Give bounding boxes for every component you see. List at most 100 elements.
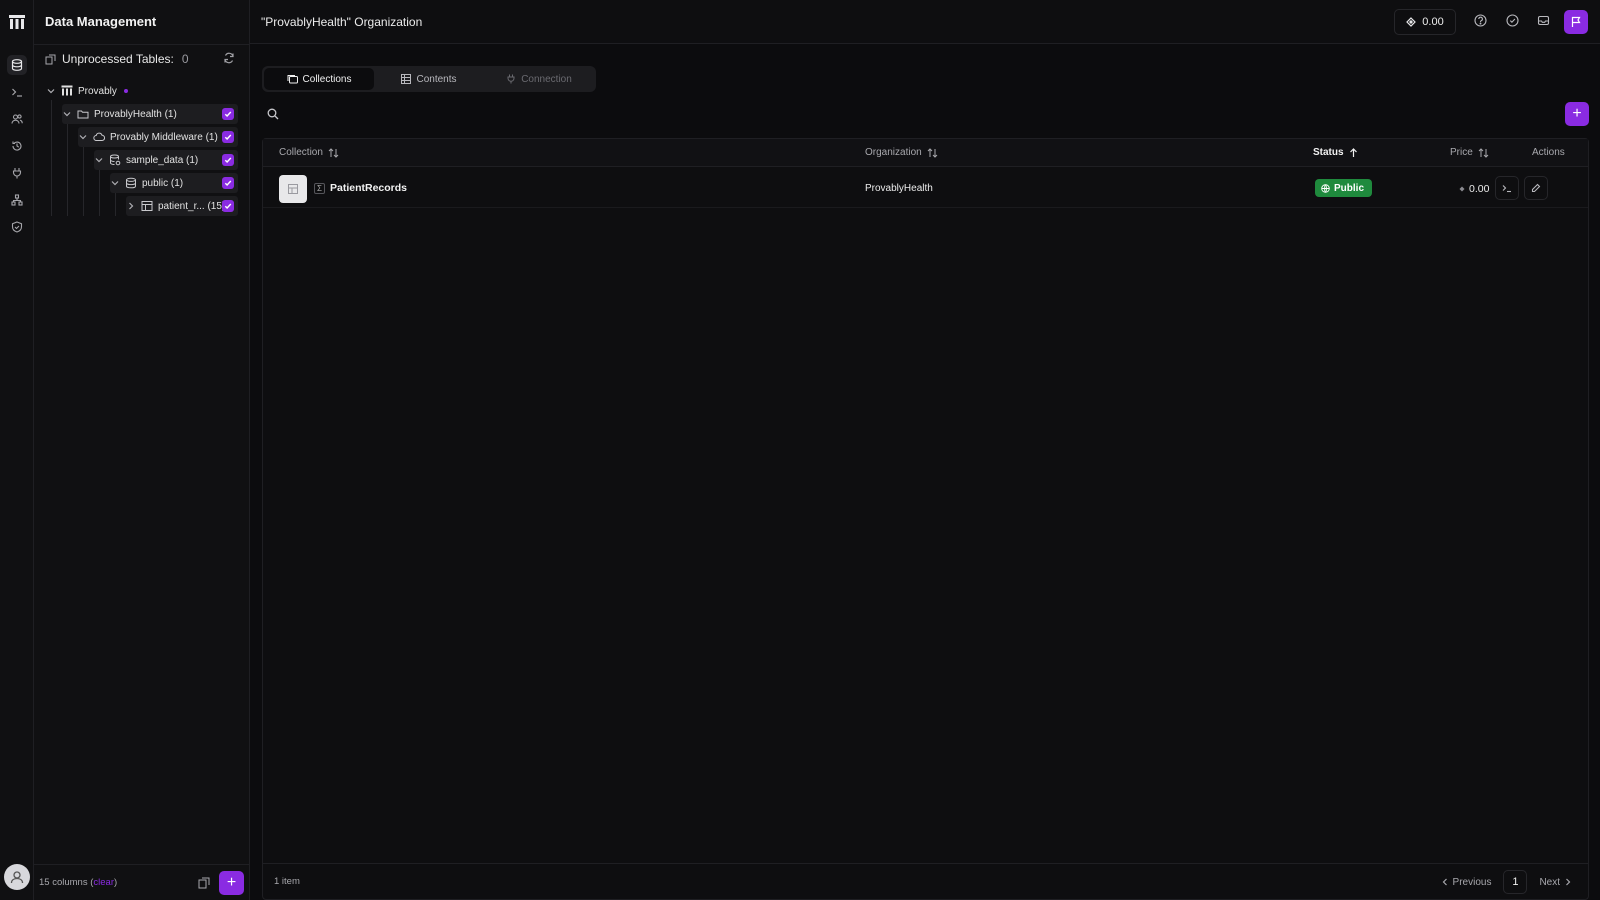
pen-icon xyxy=(1531,183,1541,193)
table-header: Collection Organization Status Price Act… xyxy=(263,139,1588,167)
unprocessed-icon xyxy=(45,54,56,65)
tab-label: Contents xyxy=(416,73,457,85)
tree-item-label: Provably Middleware (1) xyxy=(110,131,218,143)
checkbox-checked[interactable] xyxy=(222,177,234,189)
provably-logo-icon[interactable] xyxy=(8,14,26,30)
check-circle-icon[interactable] xyxy=(1506,14,1520,28)
shield-nav-icon[interactable] xyxy=(7,217,27,237)
column-header-actions: Actions xyxy=(1532,147,1565,158)
checkbox-checked[interactable] xyxy=(222,154,234,166)
previous-label: Previous xyxy=(1452,876,1492,888)
column-header-status[interactable]: Status xyxy=(1313,147,1358,158)
tree-guide xyxy=(99,169,100,216)
chevron-down-icon[interactable] xyxy=(78,132,88,142)
tree-guide xyxy=(115,192,116,216)
clear-columns-link[interactable]: clear xyxy=(93,877,114,888)
history-nav-icon[interactable] xyxy=(7,136,27,156)
tree-item-provably-middleware[interactable]: Provably Middleware (1) xyxy=(78,127,238,147)
tree-item-label: public (1) xyxy=(142,177,184,189)
tree-item-sample-data[interactable]: sample_data (1) xyxy=(94,150,238,170)
sort-icon[interactable] xyxy=(927,147,938,158)
balance-value: 0.00 xyxy=(1422,16,1444,28)
tree-item-provablyhealth[interactable]: ProvablyHealth (1) xyxy=(62,104,238,124)
users-nav-icon[interactable] xyxy=(7,109,27,129)
sigma-icon: Σ xyxy=(314,182,325,194)
tree-item-public[interactable]: public (1) xyxy=(110,173,238,193)
checkbox-checked[interactable] xyxy=(222,131,234,143)
chevron-down-icon[interactable] xyxy=(62,109,72,119)
chevron-right-icon[interactable] xyxy=(126,201,136,211)
table-row[interactable]: Σ PatientRecords ProvablyHealth Public 0… xyxy=(263,168,1588,208)
price-value: 0.00 xyxy=(1469,183,1490,195)
collection-name[interactable]: Σ PatientRecords xyxy=(314,182,407,194)
column-header-collection[interactable]: Collection xyxy=(279,147,339,158)
tree-item-label: sample_data (1) xyxy=(126,154,199,166)
page-number-button[interactable]: 1 xyxy=(1503,870,1528,894)
search-icon[interactable] xyxy=(262,103,284,125)
table-footer: 1 item Previous 1 Next xyxy=(263,863,1588,899)
inbox-icon[interactable] xyxy=(1537,14,1551,28)
sidebar-footer: 15 columns (clear) + xyxy=(34,864,249,900)
status-text: Public xyxy=(1334,182,1365,194)
collection-price: 0.00 xyxy=(1459,183,1489,195)
globe-icon xyxy=(1321,183,1330,193)
next-label: Next xyxy=(1539,876,1560,888)
column-label: Status xyxy=(1313,147,1344,158)
tree-item-provably[interactable]: Provably xyxy=(46,81,236,101)
chevron-down-icon[interactable] xyxy=(110,178,120,188)
view-tabs: Collections Contents Connection xyxy=(262,66,596,92)
unprocessed-label: Unprocessed Tables: xyxy=(62,52,174,66)
page-title: "ProvablyHealth" Organization xyxy=(261,15,423,29)
checkbox-checked[interactable] xyxy=(222,200,234,212)
item-count: 1 item xyxy=(274,876,300,887)
help-icon[interactable] xyxy=(1474,14,1488,28)
column-header-organization[interactable]: Organization xyxy=(865,147,938,158)
edit-button[interactable] xyxy=(1524,176,1548,200)
feedback-flag-button[interactable] xyxy=(1564,10,1588,34)
collections-icon xyxy=(287,74,298,84)
network-nav-icon[interactable] xyxy=(7,190,27,210)
org-logo-icon xyxy=(61,85,73,97)
column-label: Collection xyxy=(279,147,323,158)
tab-connection[interactable]: Connection xyxy=(484,68,594,90)
column-label: Organization xyxy=(865,147,922,158)
database-icon xyxy=(109,154,121,166)
balance-button[interactable]: 0.00 xyxy=(1394,9,1456,35)
plug-nav-icon[interactable] xyxy=(7,163,27,183)
terminal-nav-icon[interactable] xyxy=(7,82,27,102)
table-icon xyxy=(141,200,153,212)
tree-item-label: ProvablyHealth (1) xyxy=(94,108,177,120)
grid-icon xyxy=(401,74,412,84)
sort-ascending-icon[interactable] xyxy=(1349,147,1358,158)
chevron-down-icon[interactable] xyxy=(46,86,56,96)
cloud-icon xyxy=(93,131,105,143)
user-avatar-icon[interactable] xyxy=(4,864,30,890)
copy-icon[interactable] xyxy=(198,877,211,890)
collection-organization: ProvablyHealth xyxy=(865,183,933,194)
collections-table: Collection Organization Status Price Act… xyxy=(262,138,1589,900)
folder-icon xyxy=(77,108,89,120)
token-icon xyxy=(1459,186,1465,192)
tree-item-patient-records-table[interactable]: patient_r... (15) xyxy=(126,196,238,216)
tab-collections[interactable]: Collections xyxy=(264,68,374,90)
app-root: Data Management Unprocessed Tables: 0 Pr… xyxy=(0,0,1600,900)
add-collection-button[interactable]: + xyxy=(1565,102,1589,126)
pagination: Previous 1 Next xyxy=(1441,870,1572,894)
checkbox-checked[interactable] xyxy=(222,108,234,120)
unprocessed-count: 0 xyxy=(181,52,189,66)
tab-contents[interactable]: Contents xyxy=(374,68,484,90)
previous-page-button[interactable]: Previous xyxy=(1441,876,1492,888)
sort-icon[interactable] xyxy=(1478,147,1489,158)
next-page-button[interactable]: Next xyxy=(1539,877,1572,888)
collection-thumbnail-icon xyxy=(279,175,307,203)
database-nav-icon[interactable] xyxy=(7,55,27,75)
sidebar-title: Data Management xyxy=(45,14,157,29)
icon-rail xyxy=(0,0,34,900)
sort-icon[interactable] xyxy=(328,147,339,158)
query-button[interactable] xyxy=(1495,176,1519,200)
terminal-icon xyxy=(1502,183,1512,193)
column-header-price[interactable]: Price xyxy=(1450,147,1489,158)
chevron-down-icon[interactable] xyxy=(94,155,104,165)
add-table-button[interactable]: + xyxy=(219,871,244,895)
refresh-icon[interactable] xyxy=(223,52,237,66)
